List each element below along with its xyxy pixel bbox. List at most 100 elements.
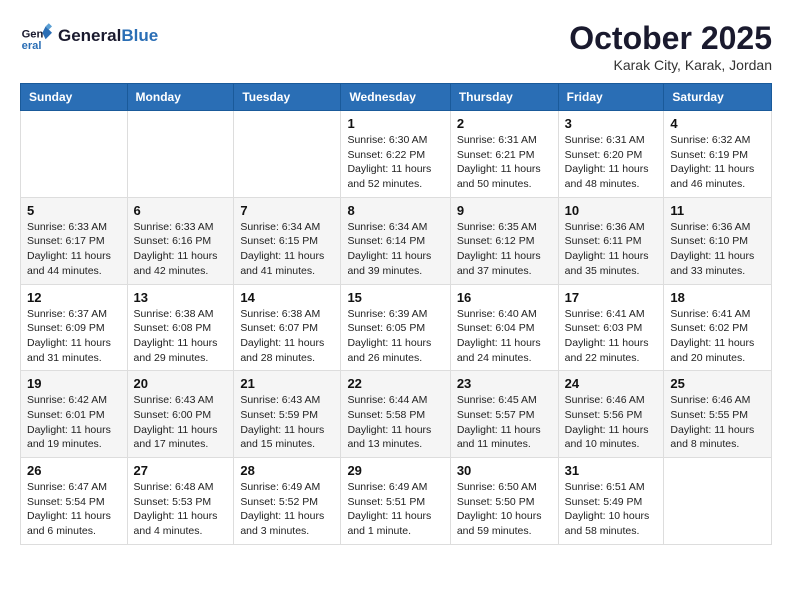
calendar-cell: 16 Sunrise: 6:40 AM Sunset: 6:04 PM Dayli… <box>450 284 558 371</box>
day-number: 11 <box>670 203 765 218</box>
day-number: 30 <box>457 463 552 478</box>
calendar-cell: 28Sunrise: 6:49 AM Sunset: 5:52 PM Dayli… <box>234 458 341 545</box>
day-info: Sunrise: 6:46 AM Sunset: 5:56 PM Dayligh… <box>565 393 658 452</box>
day-number: 26 <box>27 463 121 478</box>
day-info: Sunrise: 6:48 AM Sunset: 5:53 PM Dayligh… <box>134 480 228 539</box>
calendar-cell: 24 Sunrise: 6:46 AM Sunset: 5:56 PM Dayli… <box>558 371 664 458</box>
day-info: Sunrise: 6:46 AM Sunset: 5:55 PM Dayligh… <box>670 393 765 452</box>
day-info: Sunrise: 6:35 AM Sunset: 6:12 PM Dayligh… <box>457 220 552 279</box>
calendar-week-row: 26 Sunrise: 6:47 AM Sunset: 5:54 PM Dayli… <box>21 458 772 545</box>
title-block: October 2025 Karak City, Karak, Jordan <box>569 20 772 73</box>
day-info: Sunrise: 6:36 AM Sunset: 6:10 PM Dayligh… <box>670 220 765 279</box>
calendar-cell: 23 Sunrise: 6:45 AM Sunset: 5:57 PM Dayli… <box>450 371 558 458</box>
day-info: Sunrise: 6:43 AM Sunset: 6:00 PM Dayligh… <box>134 393 228 452</box>
day-number: 15 <box>347 290 443 305</box>
weekday-header: Monday <box>127 84 234 111</box>
day-number: 28 <box>240 463 334 478</box>
day-info: Sunrise: 6:33 AM Sunset: 6:16 PM Dayligh… <box>134 220 228 279</box>
day-number: 16 <box>457 290 552 305</box>
day-number: 25 <box>670 376 765 391</box>
calendar-cell: 31Sunrise: 6:51 AM Sunset: 5:49 PM Dayli… <box>558 458 664 545</box>
calendar-cell: 6Sunrise: 6:33 AM Sunset: 6:16 PM Daylig… <box>127 197 234 284</box>
weekday-header: Thursday <box>450 84 558 111</box>
calendar-cell: 18 Sunrise: 6:41 AM Sunset: 6:02 PM Dayli… <box>664 284 772 371</box>
day-number: 23 <box>457 376 552 391</box>
day-info: Sunrise: 6:41 AM Sunset: 6:02 PM Dayligh… <box>670 307 765 366</box>
day-info: Sunrise: 6:33 AM Sunset: 6:17 PM Dayligh… <box>27 220 121 279</box>
calendar-cell: 13Sunrise: 6:38 AM Sunset: 6:08 PM Dayli… <box>127 284 234 371</box>
day-info: Sunrise: 6:47 AM Sunset: 5:54 PM Dayligh… <box>27 480 121 539</box>
calendar-week-row: 19 Sunrise: 6:42 AM Sunset: 6:01 PM Dayli… <box>21 371 772 458</box>
day-number: 10 <box>565 203 658 218</box>
day-number: 17 <box>565 290 658 305</box>
day-number: 20 <box>134 376 228 391</box>
day-info: Sunrise: 6:44 AM Sunset: 5:58 PM Dayligh… <box>347 393 443 452</box>
svg-text:eral: eral <box>22 40 42 52</box>
day-number: 21 <box>240 376 334 391</box>
weekday-header: Tuesday <box>234 84 341 111</box>
calendar-cell: 22Sunrise: 6:44 AM Sunset: 5:58 PM Dayli… <box>341 371 450 458</box>
calendar-cell: 21 Sunrise: 6:43 AM Sunset: 5:59 PM Dayli… <box>234 371 341 458</box>
day-info: Sunrise: 6:32 AM Sunset: 6:19 PM Dayligh… <box>670 133 765 192</box>
day-info: Sunrise: 6:30 AM Sunset: 6:22 PM Dayligh… <box>347 133 443 192</box>
calendar-cell: 9 Sunrise: 6:35 AM Sunset: 6:12 PM Daylig… <box>450 197 558 284</box>
day-number: 1 <box>347 116 443 131</box>
weekday-header: Friday <box>558 84 664 111</box>
calendar-cell: 7Sunrise: 6:34 AM Sunset: 6:15 PM Daylig… <box>234 197 341 284</box>
weekday-header: Wednesday <box>341 84 450 111</box>
calendar-cell <box>127 111 234 198</box>
day-info: Sunrise: 6:42 AM Sunset: 6:01 PM Dayligh… <box>27 393 121 452</box>
location-subtitle: Karak City, Karak, Jordan <box>569 57 772 73</box>
calendar-cell <box>664 458 772 545</box>
logo-name: GeneralBlue <box>58 26 158 46</box>
day-info: Sunrise: 6:31 AM Sunset: 6:21 PM Dayligh… <box>457 133 552 192</box>
calendar-cell: 3 Sunrise: 6:31 AM Sunset: 6:20 PM Daylig… <box>558 111 664 198</box>
day-number: 13 <box>134 290 228 305</box>
day-number: 29 <box>347 463 443 478</box>
day-number: 9 <box>457 203 552 218</box>
calendar-cell: 2Sunrise: 6:31 AM Sunset: 6:21 PM Daylig… <box>450 111 558 198</box>
day-info: Sunrise: 6:45 AM Sunset: 5:57 PM Dayligh… <box>457 393 552 452</box>
calendar-cell: 5Sunrise: 6:33 AM Sunset: 6:17 PM Daylig… <box>21 197 128 284</box>
day-info: Sunrise: 6:38 AM Sunset: 6:07 PM Dayligh… <box>240 307 334 366</box>
day-number: 24 <box>565 376 658 391</box>
day-number: 14 <box>240 290 334 305</box>
day-info: Sunrise: 6:49 AM Sunset: 5:51 PM Dayligh… <box>347 480 443 539</box>
logo-icon: Gen eral <box>20 20 52 52</box>
svg-text:Gen: Gen <box>22 29 44 41</box>
logo: Gen eral GeneralBlue <box>20 20 158 52</box>
page-header: Gen eral GeneralBlue October 2025 Karak … <box>20 20 772 73</box>
day-number: 18 <box>670 290 765 305</box>
day-info: Sunrise: 6:40 AM Sunset: 6:04 PM Dayligh… <box>457 307 552 366</box>
day-info: Sunrise: 6:34 AM Sunset: 6:15 PM Dayligh… <box>240 220 334 279</box>
day-info: Sunrise: 6:41 AM Sunset: 6:03 PM Dayligh… <box>565 307 658 366</box>
weekday-header: Saturday <box>664 84 772 111</box>
day-info: Sunrise: 6:34 AM Sunset: 6:14 PM Dayligh… <box>347 220 443 279</box>
calendar-cell: 19 Sunrise: 6:42 AM Sunset: 6:01 PM Dayli… <box>21 371 128 458</box>
day-number: 12 <box>27 290 121 305</box>
calendar-cell: 20 Sunrise: 6:43 AM Sunset: 6:00 PM Dayli… <box>127 371 234 458</box>
calendar-cell: 4 Sunrise: 6:32 AM Sunset: 6:19 PM Daylig… <box>664 111 772 198</box>
day-number: 3 <box>565 116 658 131</box>
calendar-cell: 26 Sunrise: 6:47 AM Sunset: 5:54 PM Dayli… <box>21 458 128 545</box>
day-info: Sunrise: 6:37 AM Sunset: 6:09 PM Dayligh… <box>27 307 121 366</box>
calendar-week-row: 5Sunrise: 6:33 AM Sunset: 6:17 PM Daylig… <box>21 197 772 284</box>
calendar-cell: 29 Sunrise: 6:49 AM Sunset: 5:51 PM Dayli… <box>341 458 450 545</box>
day-info: Sunrise: 6:31 AM Sunset: 6:20 PM Dayligh… <box>565 133 658 192</box>
day-number: 4 <box>670 116 765 131</box>
day-info: Sunrise: 6:50 AM Sunset: 5:50 PM Dayligh… <box>457 480 552 539</box>
calendar-cell: 14 Sunrise: 6:38 AM Sunset: 6:07 PM Dayli… <box>234 284 341 371</box>
day-info: Sunrise: 6:36 AM Sunset: 6:11 PM Dayligh… <box>565 220 658 279</box>
calendar-cell: 10 Sunrise: 6:36 AM Sunset: 6:11 PM Dayli… <box>558 197 664 284</box>
calendar-cell: 30 Sunrise: 6:50 AM Sunset: 5:50 PM Dayli… <box>450 458 558 545</box>
month-title: October 2025 <box>569 20 772 57</box>
calendar-cell <box>21 111 128 198</box>
day-info: Sunrise: 6:43 AM Sunset: 5:59 PM Dayligh… <box>240 393 334 452</box>
calendar-cell: 25 Sunrise: 6:46 AM Sunset: 5:55 PM Dayli… <box>664 371 772 458</box>
day-number: 19 <box>27 376 121 391</box>
calendar-cell: 1 Sunrise: 6:30 AM Sunset: 6:22 PM Daylig… <box>341 111 450 198</box>
day-info: Sunrise: 6:51 AM Sunset: 5:49 PM Dayligh… <box>565 480 658 539</box>
calendar-table: SundayMondayTuesdayWednesdayThursdayFrid… <box>20 83 772 545</box>
weekday-header-row: SundayMondayTuesdayWednesdayThursdayFrid… <box>21 84 772 111</box>
day-number: 8 <box>347 203 443 218</box>
